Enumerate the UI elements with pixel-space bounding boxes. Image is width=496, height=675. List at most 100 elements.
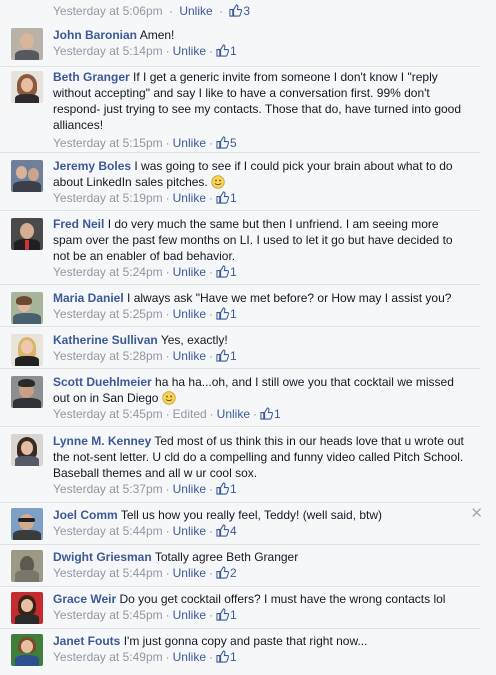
like-count-button[interactable]: 1 (216, 482, 237, 496)
avatar[interactable] (11, 160, 43, 192)
separator-dot: · (209, 482, 213, 496)
comment-time[interactable]: Yesterday at 5:45pm (53, 407, 163, 421)
avatar[interactable] (11, 218, 43, 250)
comment-item: Maria Daniel I always ask "Have we met b… (0, 284, 480, 327)
comment-time[interactable]: Yesterday at 5:19pm (53, 191, 163, 205)
like-count: 1 (230, 608, 237, 622)
comment-time[interactable]: Yesterday at 5:24pm (53, 265, 163, 279)
like-count: 1 (230, 191, 237, 205)
unlike-link[interactable]: Unlike (217, 407, 250, 421)
comment-meta: Yesterday at 5:49pm · Unlike · 1 (53, 649, 468, 665)
unlike-link[interactable]: Unlike (173, 136, 206, 150)
like-count: 5 (230, 136, 237, 150)
unlike-link[interactable]: Unlike (173, 44, 206, 58)
like-count-button[interactable]: 1 (216, 349, 237, 363)
comment-meta: Yesterday at 5:37pm · Unlike · 1 (53, 481, 468, 497)
comment-author[interactable]: John Baronian (53, 28, 137, 42)
avatar[interactable] (11, 28, 43, 60)
comment-author[interactable]: Joel Comm (53, 508, 118, 522)
separator-dot: · (165, 524, 170, 538)
comment-author[interactable]: Lynne M. Kenney (53, 434, 151, 448)
comment-author[interactable]: Beth Granger (53, 70, 130, 84)
like-count-button[interactable]: 1 (216, 307, 237, 321)
unlike-link[interactable]: Unlike (173, 191, 206, 205)
avatar[interactable] (11, 550, 43, 582)
comment-text: Tell us how you really feel, Teddy! (wel… (120, 508, 383, 522)
smiley-emoji-icon (211, 175, 225, 189)
like-count-button[interactable]: 4 (216, 524, 237, 538)
unlike-link[interactable]: Unlike (179, 4, 212, 18)
comment-text: Yes, exactly! (160, 333, 228, 347)
comment-author[interactable]: Janet Fouts (53, 634, 120, 648)
comment-time[interactable]: Yesterday at 5:37pm (53, 482, 163, 496)
like-count-button[interactable]: 1 (216, 44, 237, 58)
comment-item: Dwight Griesman Totally agree Beth Grang… (0, 544, 480, 587)
comment-text: I do very much the same but then I unfri… (53, 217, 453, 263)
avatar[interactable] (11, 508, 43, 540)
unlike-link[interactable]: Unlike (173, 265, 206, 279)
thumbs-up-icon (216, 349, 229, 362)
avatar[interactable] (11, 292, 43, 324)
comment-author[interactable]: Scott Duehlmeier (53, 375, 152, 389)
like-count-button[interactable]: 1 (216, 650, 237, 664)
close-icon[interactable]: ✕ (470, 506, 483, 521)
comment-time[interactable]: Yesterday at 5:25pm (53, 307, 163, 321)
comment-time[interactable]: Yesterday at 5:45pm (53, 608, 163, 622)
like-count-button[interactable]: 1 (260, 407, 281, 421)
like-count-button[interactable]: 1 (216, 608, 237, 622)
like-count-button[interactable]: 5 (216, 136, 237, 150)
comment-time[interactable]: Yesterday at 5:44pm (53, 524, 163, 538)
like-count: 2 (230, 566, 237, 580)
unlike-link[interactable]: Unlike (173, 307, 206, 321)
thumbs-up-icon (216, 650, 229, 663)
unlike-link[interactable]: Unlike (173, 608, 206, 622)
unlike-link[interactable]: Unlike (173, 349, 206, 363)
separator-dot: · (209, 136, 213, 150)
unlike-link[interactable]: Unlike (173, 650, 206, 664)
unlike-link[interactable]: Unlike (173, 524, 206, 538)
avatar[interactable] (11, 71, 43, 103)
separator-dot: · (219, 4, 224, 18)
comment-author[interactable]: Dwight Griesman (53, 550, 152, 564)
comment-author[interactable]: Grace Weir (53, 592, 116, 606)
thumbs-up-icon (216, 608, 229, 621)
comment-time[interactable]: Yesterday at 5:44pm (53, 566, 163, 580)
comment-time[interactable]: Yesterday at 5:14pm (53, 44, 163, 58)
separator-dot: · (209, 191, 213, 205)
comment-meta: Yesterday at 5:44pm · Unlike · 2 (53, 565, 468, 581)
comment-item: Janet Fouts I'm just gonna copy and past… (0, 628, 480, 674)
avatar[interactable] (11, 376, 43, 408)
comment-item: Katherine Sullivan Yes, exactly! Yesterd… (0, 326, 480, 369)
comment-time[interactable]: Yesterday at 5:15pm (53, 136, 163, 150)
comment-author[interactable]: Katherine Sullivan (53, 333, 158, 347)
edited-label[interactable]: Edited (173, 407, 207, 421)
thumbs-up-icon (216, 307, 229, 320)
comment-meta: Yesterday at 5:25pm · Unlike · 1 (53, 306, 468, 322)
comment-author[interactable]: Maria Daniel (53, 291, 124, 305)
comment-author[interactable]: Fred Neil (53, 217, 104, 231)
like-count: 1 (230, 650, 237, 664)
comment-item: Lynne M. Kenney Ted most of us think thi… (0, 426, 480, 503)
like-count-button[interactable]: 1 (216, 191, 237, 205)
comment-time[interactable]: Yesterday at 5:06pm (53, 4, 163, 18)
unlike-link[interactable]: Unlike (173, 482, 206, 496)
comment-time[interactable]: Yesterday at 5:28pm (53, 349, 163, 363)
like-count-button[interactable]: 2 (216, 566, 237, 580)
thumbs-up-icon (216, 136, 229, 149)
separator-dot: · (165, 191, 170, 205)
comment-text: I'm just gonna copy and paste that right… (123, 634, 368, 648)
avatar[interactable] (11, 592, 43, 624)
separator-dot: · (209, 650, 213, 664)
comment-author[interactable]: Jeremy Boles (53, 159, 131, 173)
avatar[interactable] (11, 334, 43, 366)
separator-dot: · (209, 407, 214, 421)
comment-time[interactable]: Yesterday at 5:49pm (53, 650, 163, 664)
like-count-button[interactable]: 3 (229, 4, 250, 18)
comment-meta: Yesterday at 5:44pm · Unlike · 4 (53, 523, 468, 539)
like-count: 1 (230, 265, 237, 279)
like-count: 1 (230, 44, 237, 58)
unlike-link[interactable]: Unlike (173, 566, 206, 580)
like-count-button[interactable]: 1 (216, 265, 237, 279)
avatar[interactable] (11, 634, 43, 666)
avatar[interactable] (11, 434, 43, 466)
